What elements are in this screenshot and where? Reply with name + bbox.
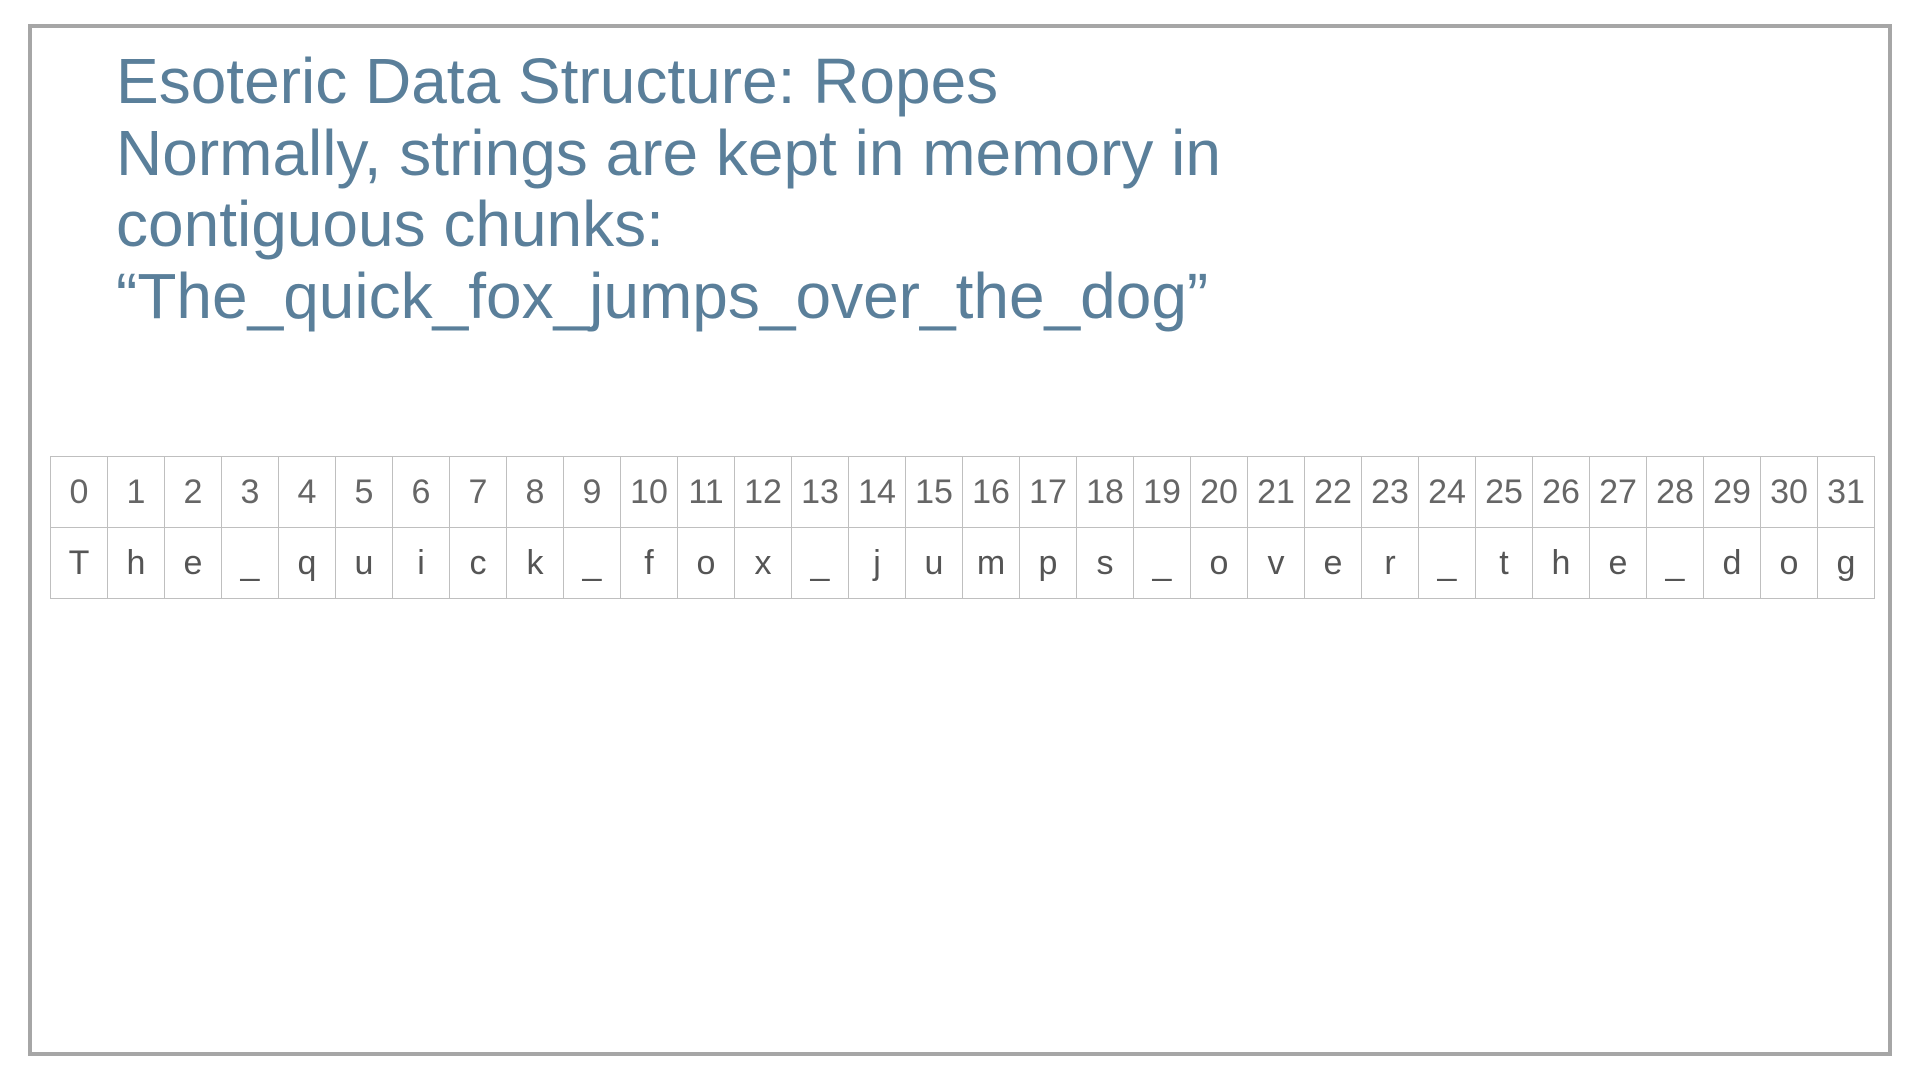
- char-row: T h e _ q u i c k _ f o x _ j u m p s _ …: [51, 528, 1875, 599]
- index-cell: 5: [336, 457, 393, 528]
- char-cell: o: [678, 528, 735, 599]
- char-cell: d: [1704, 528, 1761, 599]
- index-cell: 26: [1533, 457, 1590, 528]
- index-cell: 30: [1761, 457, 1818, 528]
- index-cell: 23: [1362, 457, 1419, 528]
- index-cell: 1: [108, 457, 165, 528]
- index-cell: 18: [1077, 457, 1134, 528]
- index-cell: 11: [678, 457, 735, 528]
- index-cell: 14: [849, 457, 906, 528]
- char-cell: h: [1533, 528, 1590, 599]
- char-cell: f: [621, 528, 678, 599]
- char-cell: p: [1020, 528, 1077, 599]
- index-row: 0 1 2 3 4 5 6 7 8 9 10 11 12 13 14 15 16…: [51, 457, 1875, 528]
- heading-line-4: “The_quick_fox_jumps_over_the_dog”: [116, 261, 1804, 333]
- char-cell: e: [165, 528, 222, 599]
- index-cell: 17: [1020, 457, 1077, 528]
- char-cell: j: [849, 528, 906, 599]
- char-cell: q: [279, 528, 336, 599]
- char-cell: e: [1305, 528, 1362, 599]
- index-cell: 16: [963, 457, 1020, 528]
- char-cell: m: [963, 528, 1020, 599]
- index-cell: 27: [1590, 457, 1647, 528]
- heading-line-2: Normally, strings are kept in memory in: [116, 118, 1804, 190]
- char-cell: c: [450, 528, 507, 599]
- char-cell: r: [1362, 528, 1419, 599]
- slide-frame: Esoteric Data Structure: Ropes Normally,…: [28, 24, 1892, 1056]
- index-cell: 28: [1647, 457, 1704, 528]
- index-cell: 25: [1476, 457, 1533, 528]
- index-cell: 7: [450, 457, 507, 528]
- char-cell: t: [1476, 528, 1533, 599]
- char-cell: T: [51, 528, 108, 599]
- char-cell: s: [1077, 528, 1134, 599]
- index-cell: 10: [621, 457, 678, 528]
- index-cell: 13: [792, 457, 849, 528]
- index-cell: 21: [1248, 457, 1305, 528]
- index-cell: 6: [393, 457, 450, 528]
- char-cell: u: [906, 528, 963, 599]
- char-cell: _: [564, 528, 621, 599]
- index-cell: 31: [1818, 457, 1875, 528]
- index-cell: 9: [564, 457, 621, 528]
- char-cell: _: [792, 528, 849, 599]
- index-cell: 20: [1191, 457, 1248, 528]
- char-cell: v: [1248, 528, 1305, 599]
- index-cell: 29: [1704, 457, 1761, 528]
- slide-heading: Esoteric Data Structure: Ropes Normally,…: [116, 46, 1804, 333]
- index-cell: 0: [51, 457, 108, 528]
- index-cell: 12: [735, 457, 792, 528]
- index-cell: 4: [279, 457, 336, 528]
- char-cell: o: [1191, 528, 1248, 599]
- char-cell: o: [1761, 528, 1818, 599]
- char-cell: i: [393, 528, 450, 599]
- char-cell: x: [735, 528, 792, 599]
- char-cell: h: [108, 528, 165, 599]
- char-cell: g: [1818, 528, 1875, 599]
- index-cell: 8: [507, 457, 564, 528]
- index-cell: 24: [1419, 457, 1476, 528]
- index-cell: 15: [906, 457, 963, 528]
- index-cell: 3: [222, 457, 279, 528]
- char-cell: _: [1419, 528, 1476, 599]
- index-cell: 19: [1134, 457, 1191, 528]
- char-cell: u: [336, 528, 393, 599]
- char-cell: _: [1134, 528, 1191, 599]
- char-cell: _: [1647, 528, 1704, 599]
- heading-line-3: contiguous chunks:: [116, 189, 1804, 261]
- char-cell: _: [222, 528, 279, 599]
- char-cell: k: [507, 528, 564, 599]
- heading-line-1: Esoteric Data Structure: Ropes: [116, 46, 1804, 118]
- string-array-table: 0 1 2 3 4 5 6 7 8 9 10 11 12 13 14 15 16…: [50, 456, 1875, 599]
- char-cell: e: [1590, 528, 1647, 599]
- index-cell: 2: [165, 457, 222, 528]
- index-cell: 22: [1305, 457, 1362, 528]
